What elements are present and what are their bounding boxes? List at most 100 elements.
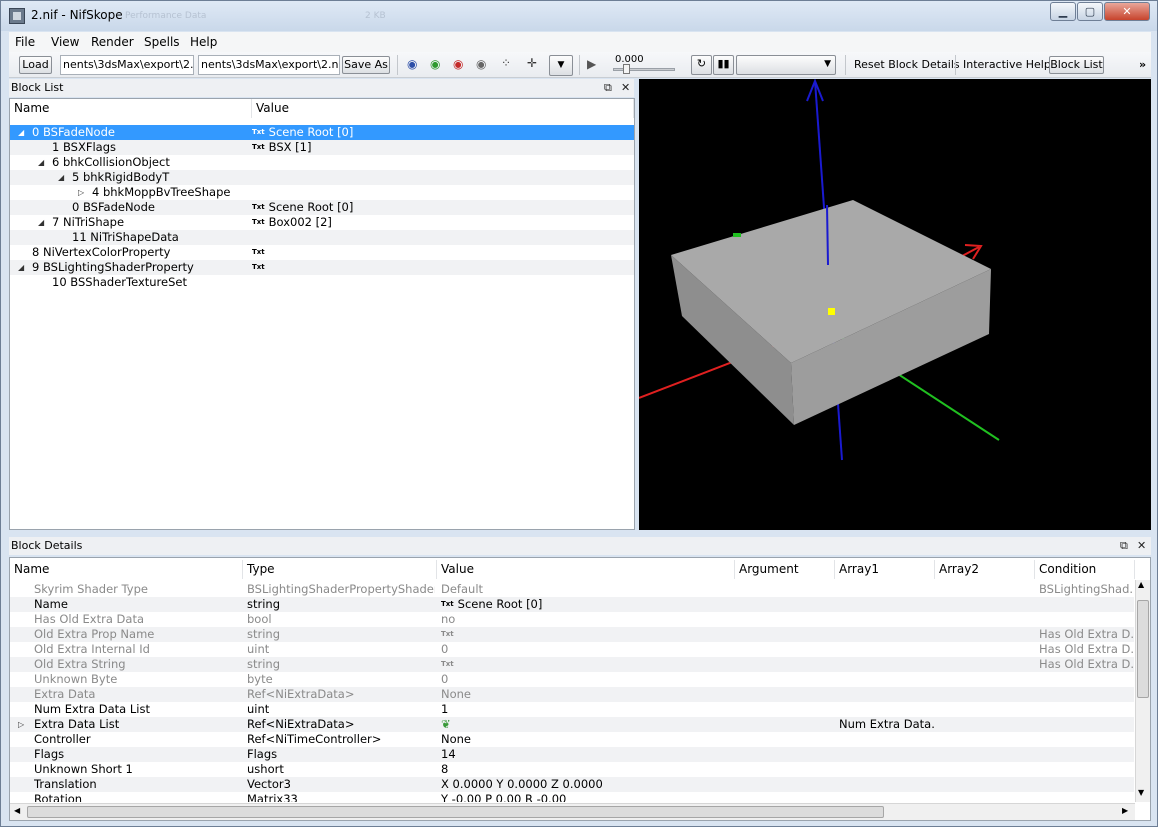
block-value: Txt Box002 [2] (252, 215, 632, 230)
block-tree-row[interactable]: 11 NiTriShapeData (10, 230, 634, 245)
background-ghost-text: 2 KB (365, 11, 386, 21)
details-col-array2[interactable]: Array2 (935, 560, 1035, 579)
menu-view[interactable]: View (51, 35, 79, 49)
block-tree-row[interactable]: ◢ 6 bhkCollisionObject (10, 155, 634, 170)
details-row[interactable]: Rotation Matrix33 Y -0.00 P 0.00 R -0.00 (10, 792, 1134, 802)
block-value: Txt (252, 245, 632, 260)
details-col-argument[interactable]: Argument (735, 560, 835, 579)
details-row[interactable]: Flags Flags 14 (10, 747, 1134, 762)
eye-green-icon[interactable]: ◉ (430, 57, 440, 71)
load-path-input[interactable]: nents\3dsMax\export\2.nif (60, 55, 194, 75)
details-col-type[interactable]: Type (243, 560, 437, 579)
minimize-button[interactable]: ▁ (1050, 2, 1076, 21)
block-tree-row[interactable]: ◢ 0 BSFadeNode Txt Scene Root [0] (10, 125, 634, 140)
block-tree-row[interactable]: ▷ 4 bhkMoppBvTreeShape (10, 185, 634, 200)
render-options-button[interactable]: ▼ (549, 55, 573, 76)
3d-viewport[interactable] (639, 79, 1151, 530)
eye-blue-icon[interactable]: ◉ (407, 57, 417, 71)
details-row[interactable]: Name string Txt Scene Root [0] (10, 597, 1134, 612)
block-tree-row[interactable]: 0 BSFadeNode Txt Scene Root [0] (10, 200, 634, 215)
collapse-icon[interactable]: ◢ (18, 260, 24, 275)
details-value-text: None (441, 732, 472, 746)
interactive-help-button[interactable]: Interactive Help (963, 58, 1051, 71)
details-col-name[interactable]: Name (10, 560, 243, 579)
collapse-icon[interactable]: ◢ (58, 170, 64, 185)
block-name: 7 NiTriShape (52, 215, 125, 229)
details-row[interactable]: Controller Ref<NiTimeController> None (10, 732, 1134, 747)
block-tree-row[interactable]: 10 BSShaderTextureSet (10, 275, 634, 290)
details-row[interactable]: Has Old Extra Data bool no (10, 612, 1134, 627)
details-type-text: uint (247, 642, 270, 656)
collapse-icon[interactable]: ◢ (38, 155, 44, 170)
step-button[interactable]: ▮▮ (713, 55, 734, 75)
details-vertical-scrollbar[interactable]: ▲ ▼ (1135, 580, 1150, 802)
close-panel-icon[interactable]: ✕ (621, 79, 630, 97)
block-list-toggle[interactable]: Block List (1049, 56, 1104, 74)
scroll-up-icon[interactable]: ▲ (1138, 580, 1144, 589)
load-button[interactable]: Load (19, 56, 52, 74)
menu-file[interactable]: File (15, 35, 35, 49)
axes-icon[interactable]: ✛ (527, 56, 537, 70)
menu-help[interactable]: Help (190, 35, 217, 49)
details-name: Flags (34, 747, 239, 762)
details-type: Vector3 (247, 777, 435, 792)
reset-block-details-button[interactable]: Reset Block Details (854, 58, 960, 71)
details-row[interactable]: Translation Vector3 X 0.0000 Y 0.0000 Z 0.… (10, 777, 1134, 792)
animation-select[interactable]: ▼ (736, 55, 836, 75)
close-button[interactable]: ✕ (1104, 2, 1150, 21)
block-tree-row[interactable]: ◢ 5 bhkRigidBodyT (10, 170, 634, 185)
footprints-icon[interactable]: ⁘ (501, 56, 511, 70)
menu-render[interactable]: Render (91, 35, 134, 49)
loop-button[interactable]: ↻ (691, 55, 712, 75)
toolbar-overflow-button[interactable]: » (1139, 58, 1146, 71)
save-path-input[interactable]: nents\3dsMax\export\2.nif (198, 55, 340, 75)
block-tree-row[interactable]: 8 NiVertexColorProperty Txt (10, 245, 634, 260)
details-col-array1[interactable]: Array1 (835, 560, 935, 579)
expand-icon[interactable]: ▷ (78, 185, 84, 200)
details-row[interactable]: Old Extra Prop Name string Txt Has Old Extr… (10, 627, 1134, 642)
float-icon[interactable]: ⧉ (604, 79, 612, 97)
scroll-left-icon[interactable]: ◀ (14, 806, 20, 815)
details-name: Old Extra Internal Id (34, 642, 239, 657)
expand-icon[interactable]: ▷ (18, 717, 24, 732)
save-as-button[interactable]: Save As (342, 56, 390, 74)
float-icon[interactable]: ⧉ (1120, 537, 1128, 555)
details-row[interactable]: Old Extra String string Txt Has Old Extra D… (10, 657, 1134, 672)
details-row[interactable]: Num Extra Data List uint 1 (10, 702, 1134, 717)
collapse-icon[interactable]: ◢ (38, 215, 44, 230)
time-slider-handle[interactable] (623, 64, 630, 74)
details-col-condition[interactable]: Condition (1035, 560, 1135, 579)
play-icon[interactable]: ▶ (587, 57, 596, 71)
txt-icon: Txt (252, 143, 265, 151)
menu-spells[interactable]: Spells (144, 35, 180, 49)
block-list-title: Block List (11, 81, 64, 94)
block-tree-row[interactable]: ◢ 9 BSLightingShaderProperty Txt (10, 260, 634, 275)
details-type: bool (247, 612, 435, 627)
scroll-thumb[interactable] (27, 806, 884, 818)
maximize-button[interactable]: ▢ (1077, 2, 1103, 21)
details-row[interactable]: Unknown Short 1 ushort 8 (10, 762, 1134, 777)
collapse-icon[interactable]: ◢ (18, 125, 24, 140)
block-tree-row[interactable]: ◢ 7 NiTriShape Txt Box002 [2] (10, 215, 634, 230)
details-name: Old Extra Prop Name (34, 627, 239, 642)
details-row[interactable]: Unknown Byte byte 0 (10, 672, 1134, 687)
details-row[interactable]: Extra Data Ref<NiExtraData> None (10, 687, 1134, 702)
details-row[interactable]: Old Extra Internal Id uint 0 Has Old Extra … (10, 642, 1134, 657)
details-value-text: 0 (441, 672, 449, 686)
details-horizontal-scrollbar[interactable]: ◀ ▶ (10, 803, 1135, 820)
details-condition-text: Has Old Extra D... (1039, 642, 1134, 656)
nifskope-app-icon (9, 8, 25, 24)
details-col-value[interactable]: Value (437, 560, 735, 579)
details-row[interactable]: ▷ Extra Data List Ref<NiExtraData> ❦ Num Ext… (10, 717, 1134, 732)
block-list-col-name[interactable]: Name (10, 99, 252, 118)
block-list-col-value[interactable]: Value (252, 99, 634, 118)
scroll-down-icon[interactable]: ▼ (1138, 788, 1144, 797)
scroll-thumb[interactable] (1137, 600, 1149, 698)
chevron-down-icon: ▼ (824, 59, 831, 69)
eye-gray-icon[interactable]: ◉ (476, 57, 486, 71)
details-row[interactable]: Skyrim Shader Type BSLightingShaderProper… (10, 582, 1134, 597)
scroll-right-icon[interactable]: ▶ (1122, 806, 1128, 815)
close-panel-icon[interactable]: ✕ (1137, 537, 1146, 555)
eye-red-icon[interactable]: ◉ (453, 57, 463, 71)
block-tree-row[interactable]: 1 BSXFlags Txt BSX [1] (10, 140, 634, 155)
